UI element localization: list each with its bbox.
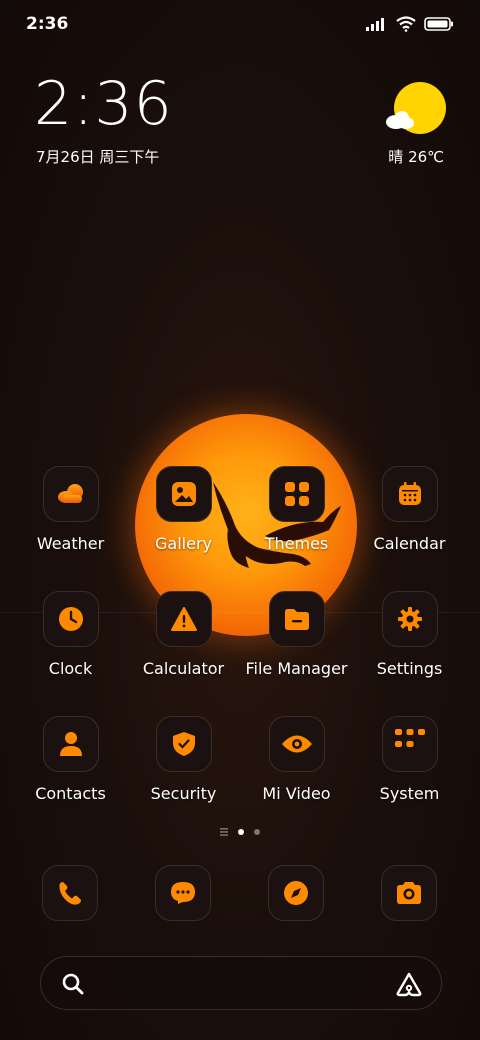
- app-label: Calculator: [142, 659, 225, 678]
- app-label: Mi Video: [262, 784, 331, 803]
- clock-widget-time[interactable]: 2:36: [34, 74, 173, 134]
- weather-text: 晴 26℃: [388, 148, 444, 166]
- clock-widget-date: 7月26日 周三下午: [36, 148, 160, 166]
- app-themes[interactable]: Themes: [240, 466, 353, 553]
- app-label: Gallery: [155, 534, 212, 553]
- calendar-icon: [381, 466, 438, 522]
- app-weather[interactable]: Weather: [14, 466, 127, 553]
- browser-compass-icon[interactable]: [268, 865, 324, 921]
- app-label: Calendar: [373, 534, 446, 553]
- clock-icon: [42, 591, 99, 647]
- phone-icon[interactable]: [42, 865, 98, 921]
- app-label: File Manager: [245, 659, 348, 678]
- status-time: 2:36: [26, 14, 69, 34]
- status-bar: 2:36: [0, 0, 480, 50]
- camera-icon[interactable]: [381, 865, 437, 921]
- app-label: Clock: [48, 659, 93, 678]
- app-calculator[interactable]: Calculator: [127, 591, 240, 678]
- calculator-icon: [155, 591, 212, 647]
- video-eye-icon: [268, 716, 325, 772]
- folder-icon: [268, 591, 325, 647]
- app-label: Security: [150, 784, 217, 803]
- app-label: System: [379, 784, 440, 803]
- app-file-manager[interactable]: File Manager: [240, 591, 353, 678]
- page-dot-active[interactable]: [238, 829, 244, 835]
- app-gallery[interactable]: Gallery: [127, 466, 240, 553]
- app-mi-video[interactable]: Mi Video: [240, 716, 353, 803]
- themes-icon: [268, 466, 325, 522]
- signal-icon: [366, 18, 384, 31]
- page-indicator[interactable]: [0, 828, 480, 836]
- search-icon[interactable]: [61, 972, 85, 996]
- battery-icon: [424, 17, 453, 31]
- page-dot[interactable]: [254, 829, 260, 835]
- app-security[interactable]: Security: [127, 716, 240, 803]
- gear-icon: [381, 591, 438, 647]
- app-calendar[interactable]: Calendar: [353, 466, 466, 553]
- app-clock[interactable]: Clock: [14, 591, 127, 678]
- app-settings[interactable]: Settings: [353, 591, 466, 678]
- app-label: Weather: [36, 534, 105, 553]
- sun-cloud-icon: [386, 82, 446, 134]
- assistant-icon[interactable]: [395, 971, 423, 997]
- wifi-icon: [396, 16, 416, 32]
- shield-icon: [155, 716, 212, 772]
- weather-widget[interactable]: [376, 80, 446, 140]
- weather-cloud-icon: [42, 466, 99, 522]
- app-label: Settings: [376, 659, 443, 678]
- app-label: Contacts: [35, 784, 106, 803]
- app-folder-system[interactable]: System: [353, 716, 466, 803]
- status-icons: [366, 14, 454, 34]
- messages-icon[interactable]: [155, 865, 211, 921]
- list-menu-icon[interactable]: [220, 828, 228, 836]
- gallery-icon: [155, 466, 212, 522]
- folder-grid-icon: [381, 716, 438, 772]
- app-contacts[interactable]: Contacts: [14, 716, 127, 803]
- search-bar[interactable]: [40, 956, 442, 1010]
- app-label: Themes: [264, 534, 329, 553]
- dock: [0, 865, 480, 925]
- contacts-icon: [42, 716, 99, 772]
